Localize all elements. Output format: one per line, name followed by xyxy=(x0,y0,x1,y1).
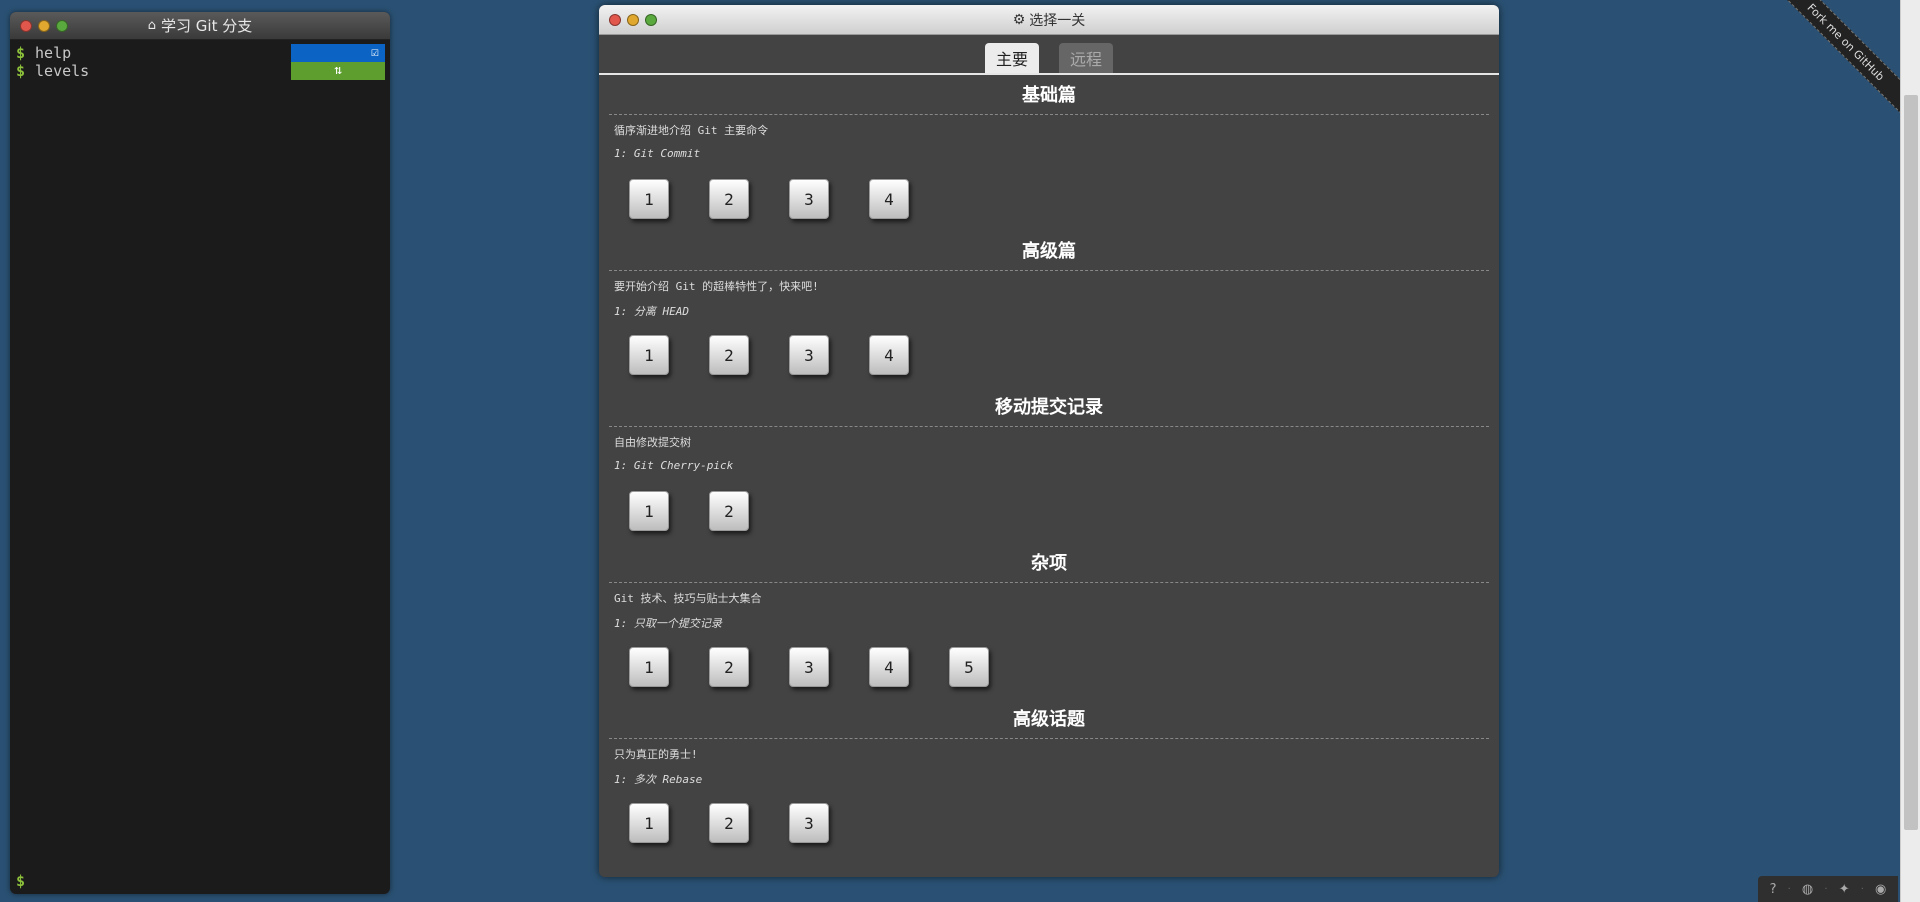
level-section: 杂项 Git 技术、技巧与贴士大集合 1: 只取一个提交记录 1 2 3 4 5 xyxy=(599,543,1499,699)
section-title: 基础篇 xyxy=(609,75,1489,115)
level-button[interactable]: 2 xyxy=(709,491,749,531)
level-button[interactable]: 2 xyxy=(709,179,749,219)
tab-main[interactable]: 主要 xyxy=(985,43,1039,73)
level-section: 高级话题 只为真正的勇士! 1: 多次 Rebase 1 2 3 xyxy=(599,699,1499,855)
level-button[interactable]: 1 xyxy=(629,179,669,219)
section-description: Git 技术、技巧与贴士大集合 xyxy=(614,592,762,605)
level-buttons: 1 2 3 4 5 xyxy=(609,639,1489,699)
level-section: 基础篇 循序渐进地介绍 Git 主要命令 1: Git Commit 1 2 3… xyxy=(599,75,1499,231)
level-buttons: 1 2 3 4 xyxy=(609,327,1489,387)
command-text: help xyxy=(35,44,72,62)
prompt-symbol: $ xyxy=(16,44,26,62)
level-button[interactable]: 4 xyxy=(869,335,909,375)
level-window-titlebar: ⚙ 选择一关 xyxy=(599,5,1499,35)
section-title: 移动提交记录 xyxy=(609,387,1489,427)
section-title: 高级话题 xyxy=(609,699,1489,739)
section-level-name: 1: 分离 HEAD xyxy=(614,305,689,318)
prompt-symbol: $ xyxy=(16,62,26,80)
section-description: 循序渐进地介绍 Git 主要命令 xyxy=(614,124,769,137)
minimize-window-button[interactable] xyxy=(38,20,50,32)
level-button[interactable]: 3 xyxy=(789,803,829,843)
level-buttons: 1 2 3 xyxy=(609,795,1489,855)
level-buttons: 1 2 xyxy=(609,483,1489,543)
command-input-prompt[interactable]: $ xyxy=(16,872,25,890)
level-button[interactable]: 1 xyxy=(629,803,669,843)
swap-icon: ⇅ xyxy=(291,62,385,80)
level-button[interactable]: 2 xyxy=(709,647,749,687)
github-icon[interactable]: ◉ xyxy=(1875,882,1886,897)
terminal-title: 学习 Git 分支 xyxy=(161,17,253,35)
level-window-title: 选择一关 xyxy=(1029,12,1086,29)
window-controls xyxy=(20,20,68,32)
level-button[interactable]: 1 xyxy=(629,647,669,687)
section-title: 高级篇 xyxy=(609,231,1489,271)
maximize-window-button[interactable] xyxy=(645,14,657,26)
level-button[interactable]: 4 xyxy=(869,179,909,219)
terminal-line[interactable]: $ levels ⇅ xyxy=(10,62,390,80)
page-scrollbar[interactable] xyxy=(1900,0,1920,902)
window-controls xyxy=(609,14,657,26)
level-select-window: ⚙ 选择一关 主要 远程 基础篇 循序渐进地介绍 Git 主要命令 1: Git… xyxy=(599,5,1499,877)
maximize-window-button[interactable] xyxy=(56,20,68,32)
terminal-history: $ help ☑ $ levels ⇅ xyxy=(10,40,390,80)
level-button[interactable]: 3 xyxy=(789,335,829,375)
level-buttons: 1 2 3 4 xyxy=(609,171,1489,231)
tab-bar: 主要 远程 xyxy=(599,35,1499,75)
section-level-name: 1: Git Cherry-pick xyxy=(614,459,734,472)
twitter-icon[interactable]: ✦ xyxy=(1839,882,1850,897)
fork-me-link[interactable]: Fork me on GitHub xyxy=(1780,0,1900,120)
checkbox-icon: ☑ xyxy=(291,44,385,62)
separator: · xyxy=(1860,883,1864,895)
level-button[interactable]: 4 xyxy=(869,647,909,687)
section-description: 要开始介绍 Git 的超棒特性了，快来吧! xyxy=(614,280,819,293)
separator: · xyxy=(1787,883,1791,895)
level-section: 高级篇 要开始介绍 Git 的超棒特性了，快来吧! 1: 分离 HEAD 1 2… xyxy=(599,231,1499,387)
globe-icon[interactable]: ◍ xyxy=(1802,882,1813,897)
section-level-name: 1: 多次 Rebase xyxy=(614,773,703,786)
terminal-line[interactable]: $ help ☑ xyxy=(10,44,390,62)
tab-remote[interactable]: 远程 xyxy=(1059,43,1113,73)
section-level-name: 1: 只取一个提交记录 xyxy=(614,617,722,630)
help-icon[interactable]: ? xyxy=(1770,882,1777,897)
level-button[interactable]: 1 xyxy=(629,491,669,531)
level-button[interactable]: 1 xyxy=(629,335,669,375)
github-ribbon: Fork me on GitHub xyxy=(1780,0,1900,120)
close-window-button[interactable] xyxy=(20,20,32,32)
separator: · xyxy=(1824,883,1828,895)
home-icon: ⌂ xyxy=(147,18,157,33)
section-level-name: 1: Git Commit xyxy=(614,147,701,160)
section-description: 自由修改提交树 xyxy=(614,436,691,449)
close-window-button[interactable] xyxy=(609,14,621,26)
level-button[interactable]: 3 xyxy=(789,647,829,687)
level-button[interactable]: 3 xyxy=(789,179,829,219)
scrollbar-thumb[interactable] xyxy=(1904,95,1918,830)
level-button[interactable]: 2 xyxy=(709,803,749,843)
minimize-window-button[interactable] xyxy=(627,14,639,26)
terminal-titlebar: ⌂ 学习 Git 分支 xyxy=(10,12,390,40)
command-text: levels xyxy=(35,62,90,80)
bottom-icon-bar: ? · ◍ · ✦ · ◉ xyxy=(1758,876,1898,902)
level-button[interactable]: 5 xyxy=(949,647,989,687)
section-description: 只为真正的勇士! xyxy=(614,748,698,761)
gear-icon: ⚙ xyxy=(1012,11,1026,28)
level-section: 移动提交记录 自由修改提交树 1: Git Cherry-pick 1 2 xyxy=(599,387,1499,543)
section-title: 杂项 xyxy=(609,543,1489,583)
level-button[interactable]: 2 xyxy=(709,335,749,375)
terminal-window: ⌂ 学习 Git 分支 $ help ☑ $ levels ⇅ $ xyxy=(10,12,390,894)
